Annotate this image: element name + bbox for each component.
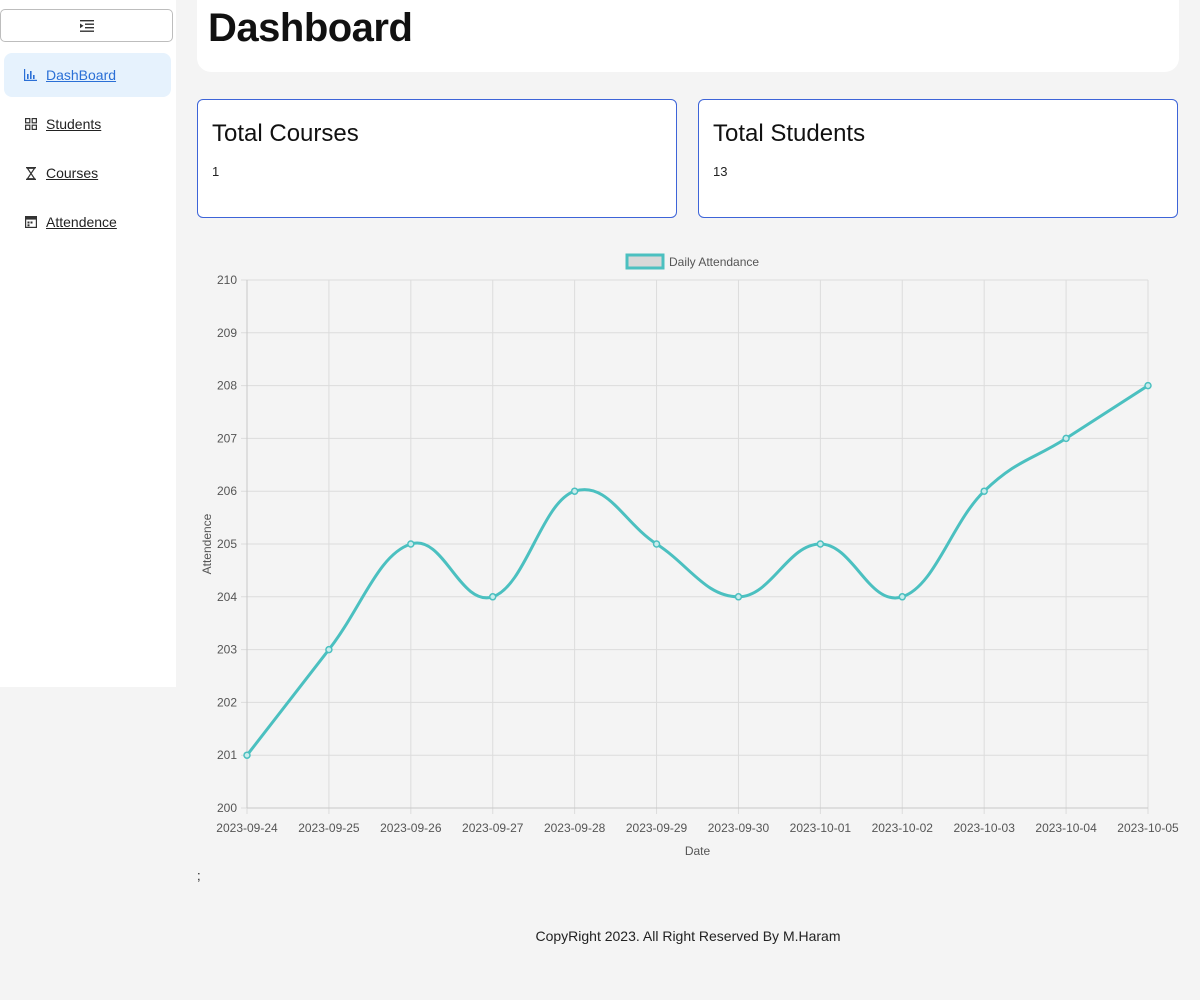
- data-point[interactable]: [407, 540, 415, 548]
- y-tick-label: 201: [217, 748, 237, 762]
- data-point[interactable]: [1062, 434, 1070, 443]
- y-tick-label: 203: [217, 643, 237, 657]
- legend-swatch: [625, 253, 665, 270]
- y-tick-label: 208: [217, 379, 237, 393]
- x-tick-label: 2023-10-02: [872, 821, 934, 835]
- y-tick-label: 202: [217, 695, 237, 709]
- y-tick-label: 209: [217, 326, 237, 340]
- footer-copyright: CopyRight 2023. All Right Reserved By M.…: [535, 928, 841, 944]
- data-point[interactable]: [488, 593, 497, 601]
- x-tick-label: 2023-10-05: [1117, 821, 1179, 835]
- y-tick-label: 206: [217, 484, 237, 498]
- sidebar-item-label: DashBoard: [46, 67, 117, 83]
- grid-icon: [24, 118, 37, 131]
- card-value: 13: [713, 164, 728, 179]
- x-tick-label: 2023-09-27: [462, 821, 524, 835]
- y-tick-label: 210: [217, 273, 237, 287]
- page-header: Dashboard: [197, 0, 1179, 72]
- y-tick-label: 200: [217, 801, 237, 815]
- sidebar-item-label: Students: [46, 116, 102, 132]
- sidebar-item-label: Courses: [46, 165, 99, 181]
- legend-label: Daily Attendance: [669, 255, 759, 269]
- bar-chart-icon: [24, 69, 37, 82]
- data-point[interactable]: [734, 593, 743, 601]
- x-tick-label: 2023-09-30: [708, 821, 770, 835]
- data-point[interactable]: [1144, 381, 1152, 390]
- card-title: Total Courses: [212, 120, 359, 147]
- total-students-card: Total Students 13: [698, 99, 1178, 218]
- x-tick-label: 2023-09-25: [298, 821, 360, 835]
- data-point[interactable]: [816, 540, 825, 548]
- calendar-icon: [24, 216, 37, 229]
- sidebar-toggle-button[interactable]: [0, 9, 173, 42]
- total-courses-card: Total Courses 1: [197, 99, 677, 218]
- x-tick-label: 2023-09-28: [544, 821, 606, 835]
- sidebar-item-label: Attendence: [46, 214, 117, 230]
- x-tick-label: 2023-10-03: [953, 821, 1015, 835]
- card-title: Total Students: [713, 120, 866, 147]
- data-point[interactable]: [652, 540, 661, 548]
- data-point[interactable]: [325, 645, 333, 654]
- x-tick-label: 2023-10-01: [790, 821, 852, 835]
- series-line-daily-attendance: [245, 384, 1149, 757]
- menu-collapse-icon: [79, 19, 94, 32]
- x-axis-label: Date: [685, 844, 711, 858]
- chart-legend[interactable]: Daily Attendance: [625, 253, 759, 270]
- y-axis-label: Attendence: [200, 513, 214, 574]
- data-point[interactable]: [570, 487, 579, 495]
- data-point[interactable]: [898, 593, 907, 601]
- chart-series: [243, 381, 1152, 759]
- sidebar-item-courses[interactable]: Courses: [4, 151, 171, 195]
- sidebar-item-dashboard[interactable]: DashBoard: [4, 53, 171, 97]
- hourglass-icon: [24, 166, 37, 180]
- x-tick-label: 2023-09-29: [626, 821, 688, 835]
- y-tick-label: 204: [217, 590, 237, 604]
- x-tick-label: 2023-09-26: [380, 821, 442, 835]
- chart-axes: 200 201 202 203 204 205 206 207 208 209 210 2023-09…: [216, 273, 1179, 835]
- x-tick-label: 2023-10-04: [1035, 821, 1097, 835]
- data-point[interactable]: [243, 751, 251, 759]
- chart-grid: [241, 279, 1149, 814]
- x-tick-label: 2023-09-24: [216, 821, 278, 835]
- sidebar-item-students[interactable]: Students: [4, 102, 171, 146]
- sidebar: DashBoard Students Courses Attendence: [0, 0, 176, 687]
- y-tick-label: 205: [217, 537, 237, 551]
- sidebar-item-attendence[interactable]: Attendence: [4, 200, 171, 244]
- page-title: Dashboard: [208, 6, 413, 50]
- y-tick-label: 207: [217, 431, 237, 445]
- stray-text: ;: [197, 868, 201, 883]
- card-value: 1: [212, 164, 220, 179]
- data-point[interactable]: [980, 487, 988, 495]
